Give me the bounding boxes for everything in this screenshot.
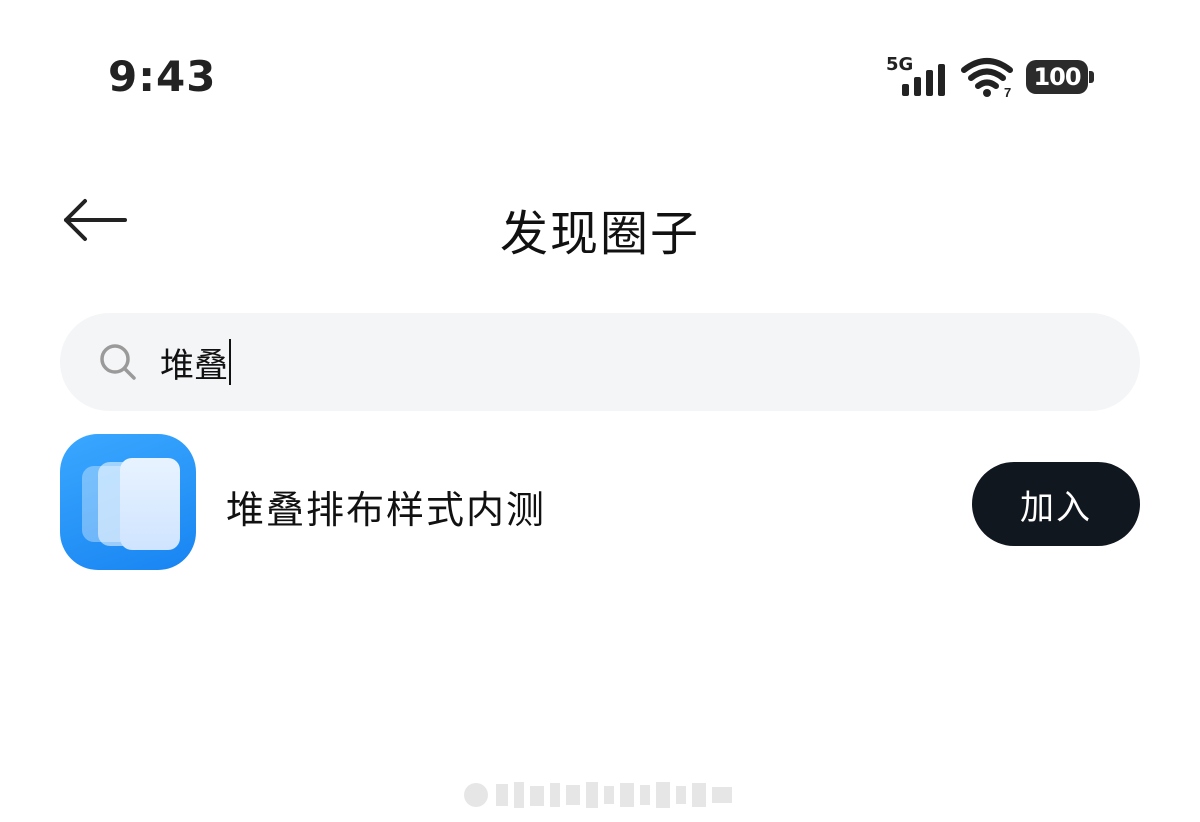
join-button[interactable]: 加入 xyxy=(972,462,1140,546)
app-icon-card-front xyxy=(120,458,180,550)
watermark xyxy=(464,782,732,808)
page-title: 发现圈子 xyxy=(499,206,700,262)
circle-name: 堆叠排布样式内测 xyxy=(226,488,547,532)
text-caret xyxy=(229,339,231,385)
list-item[interactable]: 堆叠排布样式内测 加入 xyxy=(60,434,1140,572)
cellular-indicator: 5G xyxy=(886,54,948,100)
search-input[interactable]: 堆叠 xyxy=(160,338,231,387)
search-icon xyxy=(98,342,138,382)
status-icons: 5G 7 100 xyxy=(886,54,1094,100)
wifi-icon: 7 xyxy=(961,58,1013,98)
search-input-value: 堆叠 xyxy=(160,345,228,386)
battery-icon: 100 xyxy=(1026,60,1094,94)
stacked-cards-icon xyxy=(60,434,196,570)
svg-text:7: 7 xyxy=(1004,85,1011,98)
search-bar[interactable]: 堆叠 xyxy=(60,313,1140,411)
status-time: 9:43 xyxy=(108,52,217,101)
signal-icon xyxy=(902,64,945,96)
battery-level: 100 xyxy=(1033,63,1081,91)
